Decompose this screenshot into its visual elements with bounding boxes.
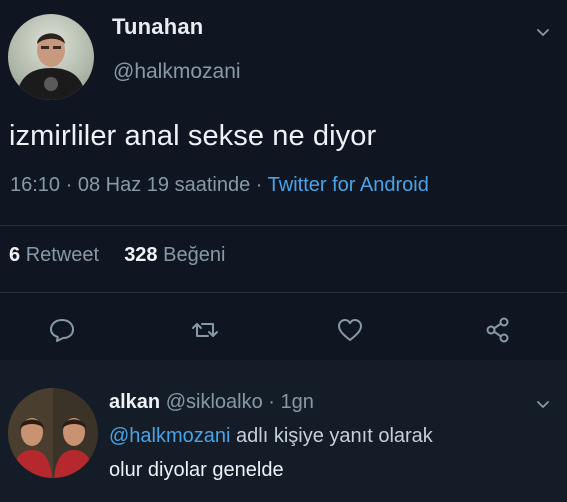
author-name[interactable]: Tunahan (112, 14, 203, 40)
chevron-down-icon[interactable] (536, 398, 550, 412)
retweet-count[interactable]: 6 (9, 244, 20, 266)
reply-author-avatar[interactable] (8, 388, 98, 478)
chevron-down-icon[interactable] (536, 26, 550, 40)
tweet-source-link[interactable]: Twitter for Android (268, 174, 429, 196)
retweet-icon[interactable] (189, 314, 221, 346)
like-label[interactable]: Beğeni (163, 244, 225, 266)
reply-context: @halkmozani adlı kişiye yanıt olarak (109, 425, 433, 448)
meta-separator: · (255, 174, 263, 196)
author-handle[interactable]: @halkmozani (113, 60, 241, 84)
share-icon[interactable] (482, 314, 514, 346)
retweet-label[interactable]: Retweet (26, 244, 99, 266)
like-count[interactable]: 328 (124, 244, 157, 266)
reply-text: olur diyolar genelde (109, 459, 284, 481)
reply-icon[interactable] (46, 314, 78, 346)
meta-separator: · (268, 391, 275, 413)
reply-author-name[interactable]: alkan (109, 391, 160, 413)
reply-header: alkan @sikloalko · 1gn (109, 391, 314, 414)
tweet-time: 16:10 (10, 174, 61, 196)
meta-separator: · (65, 174, 73, 196)
tweet-meta: 16:10 · 08 Haz 19 saatinde · Twitter for… (10, 174, 429, 197)
reply-context-text: adlı kişiye yanıt olarak (236, 425, 433, 447)
author-avatar[interactable] (8, 14, 94, 100)
reply-time: 1gn (280, 391, 314, 413)
divider (0, 292, 567, 293)
reply-mention-link[interactable]: @halkmozani (109, 425, 230, 447)
tweet-date: 08 Haz 19 saatinde (77, 174, 251, 196)
heart-icon[interactable] (334, 314, 366, 346)
tweet-text: izmirliler anal sekse ne diyor (9, 120, 377, 152)
tweet-stats: 6 Retweet 328 Beğeni (9, 244, 225, 267)
reply-author-handle[interactable]: @sikloalko (166, 391, 263, 413)
divider (0, 225, 567, 226)
